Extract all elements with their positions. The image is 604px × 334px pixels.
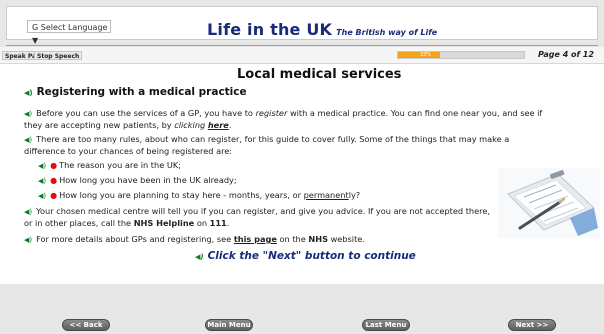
- app-frame: G Select Language ▼ Life in the UK The Br…: [0, 0, 604, 334]
- speaker-icon[interactable]: ◀): [24, 136, 32, 144]
- paragraph-helpline: ◀) Your chosen medical centre will tell y…: [24, 206, 490, 228]
- page-title: Life in the UK The British way of Life: [207, 20, 438, 39]
- last-menu-button[interactable]: Last Menu: [362, 319, 410, 331]
- main-content: Local medical services ◀) Registering wit…: [0, 64, 604, 284]
- this-page-link[interactable]: this page: [234, 234, 277, 244]
- list-item: ◀) ● The reason you are in the UK;: [38, 160, 181, 170]
- back-button[interactable]: << Back: [62, 319, 110, 331]
- permanent-link[interactable]: permanent: [304, 190, 349, 200]
- header-divider: [6, 45, 598, 46]
- here-link[interactable]: here: [208, 120, 229, 130]
- speaker-icon[interactable]: ◀): [24, 89, 33, 97]
- page-subtitle: The British way of Life: [336, 28, 438, 37]
- speaker-icon[interactable]: ◀): [38, 162, 46, 170]
- clipboard-form-image: [498, 168, 600, 238]
- list-item: ◀) ● How long you have been in the UK alre…: [38, 175, 237, 185]
- speaker-icon[interactable]: ◀): [24, 110, 32, 118]
- speech-controls-bar: Speak Page Stop Speech 33% Page 4 of 12: [0, 47, 604, 64]
- page-indicator: Page 4 of 12: [538, 50, 594, 59]
- continue-instruction: ◀) Click the "Next" button to continue: [195, 250, 416, 262]
- progress-bar: 33%: [397, 51, 525, 59]
- paragraph-register: ◀) Before you can use the services of a G…: [24, 108, 543, 130]
- section-title: ◀) Registering with a medical practice: [24, 86, 247, 98]
- bullet-dot-icon: ●: [50, 176, 58, 185]
- main-menu-button[interactable]: Main Menu: [205, 319, 253, 331]
- paragraph-more-details: ◀) For more details about GPs and registe…: [24, 234, 365, 244]
- speaker-icon[interactable]: ◀): [24, 236, 32, 244]
- bullet-dot-icon: ●: [50, 191, 58, 200]
- progress-label: 33%: [420, 52, 432, 58]
- next-button[interactable]: Next >>: [508, 319, 556, 331]
- speaker-icon[interactable]: ◀): [38, 177, 46, 185]
- progress-fill: [398, 52, 440, 58]
- header-bar: G Select Language ▼ Life in the UK The Br…: [6, 6, 598, 45]
- speaker-icon[interactable]: ◀): [24, 208, 32, 216]
- stop-speech-button[interactable]: Stop Speech: [34, 51, 83, 60]
- list-item: ◀) ● How long you are planning to stay her…: [38, 190, 361, 200]
- speaker-icon[interactable]: ◀): [195, 253, 204, 261]
- language-select[interactable]: G Select Language ▼: [27, 20, 111, 45]
- content-heading: Local medical services: [237, 67, 402, 82]
- bullet-dot-icon: ●: [50, 161, 58, 170]
- footer-nav: << Back Main Menu Last Menu Next >>: [0, 284, 604, 334]
- paragraph-rules: ◀) There are too many rules, about who ca…: [24, 134, 510, 156]
- speaker-icon[interactable]: ◀): [38, 192, 46, 200]
